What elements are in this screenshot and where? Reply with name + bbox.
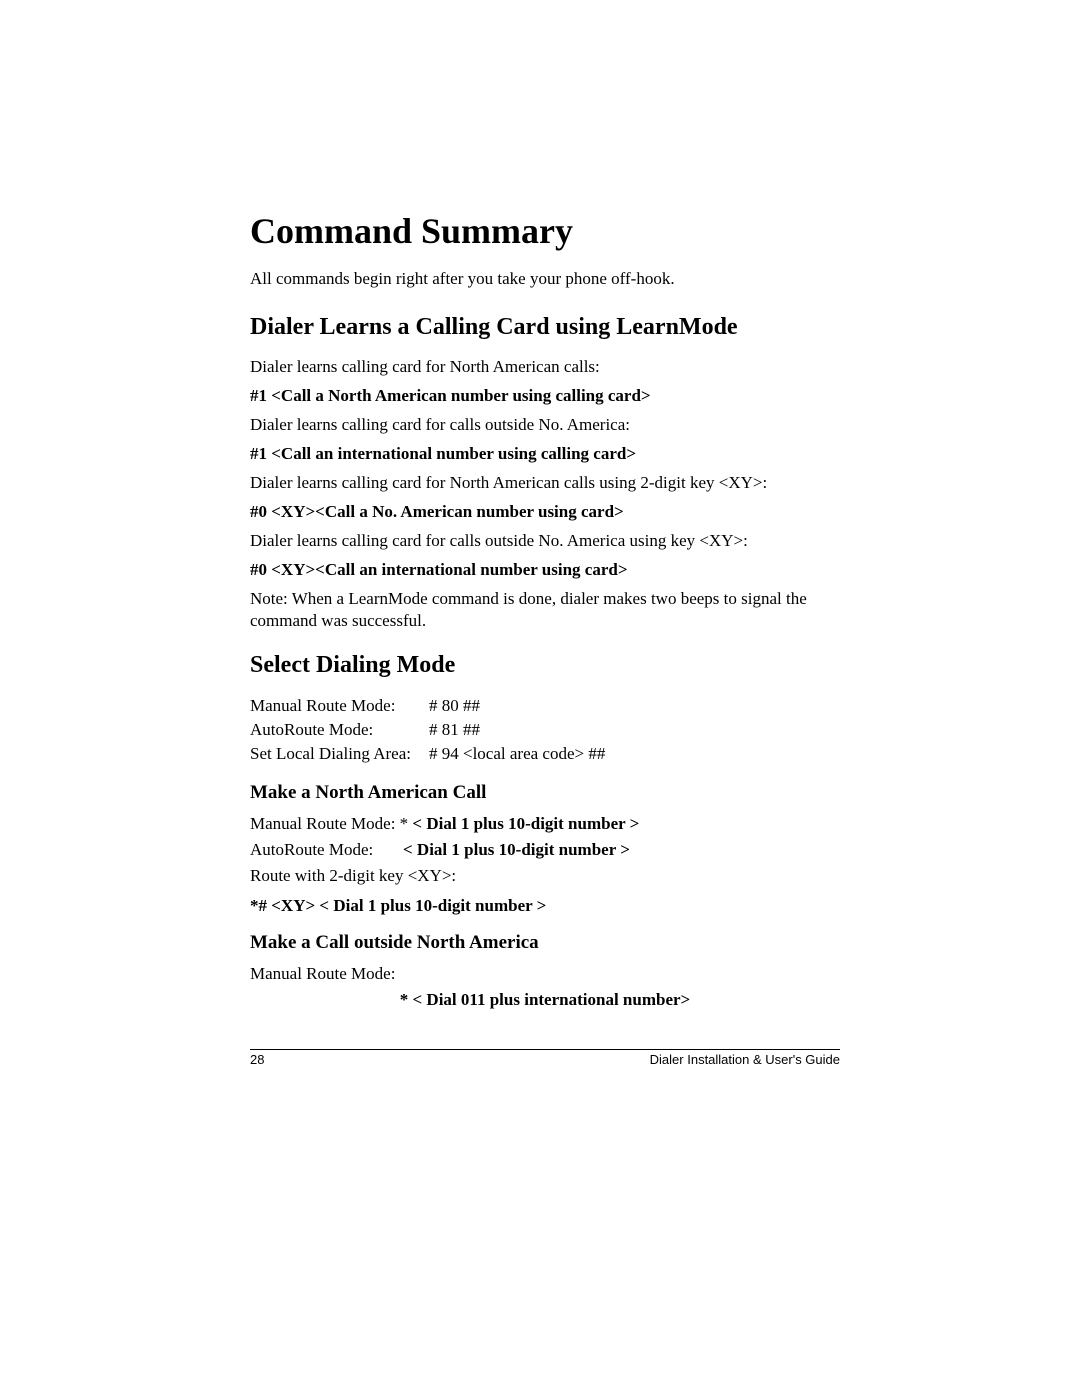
call-label: Manual Route Mode: * bbox=[250, 814, 412, 833]
call-bold: < Dial 1 plus 10-digit number > bbox=[403, 840, 630, 859]
call-line: Manual Route Mode: bbox=[250, 964, 840, 984]
body-text: Dialer learns calling card for calls out… bbox=[250, 530, 840, 552]
body-text: Dialer learns calling card for North Ame… bbox=[250, 356, 840, 378]
table-row: Manual Route Mode: # 80 ## bbox=[250, 694, 605, 718]
call-bold: < Dial 1 plus 10-digit number > bbox=[412, 814, 639, 833]
command-text: #0 <XY><Call a No. American number using… bbox=[250, 502, 840, 522]
command-text: #1 <Call an international number using c… bbox=[250, 444, 840, 464]
mode-code: # 80 ## bbox=[429, 694, 605, 718]
doc-title-footer: Dialer Installation & User's Guide bbox=[650, 1052, 840, 1067]
body-text: Dialer learns calling card for calls out… bbox=[250, 414, 840, 436]
call-label: AutoRoute Mode: bbox=[250, 840, 403, 859]
dialing-mode-table: Manual Route Mode: # 80 ## AutoRoute Mod… bbox=[250, 694, 605, 766]
note-text: Note: When a LearnMode command is done, … bbox=[250, 588, 840, 632]
call-line: AutoRoute Mode: < Dial 1 plus 10-digit n… bbox=[250, 840, 840, 860]
call-line: Route with 2-digit key <XY>: bbox=[250, 866, 840, 886]
mode-code: # 94 <local area code> ## bbox=[429, 742, 605, 766]
page-number: 28 bbox=[250, 1052, 264, 1067]
intro-text: All commands begin right after you take … bbox=[250, 268, 840, 290]
table-row: Set Local Dialing Area: # 94 <local area… bbox=[250, 742, 605, 766]
command-text: #0 <XY><Call an international number usi… bbox=[250, 560, 840, 580]
command-text: #1 <Call a North American number using c… bbox=[250, 386, 840, 406]
subsection-heading-intl-call: Make a Call outside North America bbox=[250, 932, 840, 954]
mode-label: AutoRoute Mode: bbox=[250, 718, 429, 742]
subsection-heading-na-call: Make a North American Call bbox=[250, 782, 840, 804]
command-text: *# <XY> < Dial 1 plus 10-digit number > bbox=[250, 896, 840, 916]
call-line: Manual Route Mode: * < Dial 1 plus 10-di… bbox=[250, 814, 840, 834]
command-text: * < Dial 011 plus international number> bbox=[250, 990, 840, 1010]
page-title: Command Summary bbox=[250, 210, 840, 252]
section-heading-learnmode: Dialer Learns a Calling Card using Learn… bbox=[250, 314, 840, 342]
body-text: Dialer learns calling card for North Ame… bbox=[250, 472, 840, 494]
page-footer: 28 Dialer Installation & User's Guide bbox=[250, 1049, 840, 1067]
section-heading-dialing-mode: Select Dialing Mode bbox=[250, 652, 840, 680]
mode-label: Set Local Dialing Area: bbox=[250, 742, 429, 766]
mode-code: # 81 ## bbox=[429, 718, 605, 742]
document-page: Command Summary All commands begin right… bbox=[0, 0, 1080, 1397]
table-row: AutoRoute Mode: # 81 ## bbox=[250, 718, 605, 742]
mode-label: Manual Route Mode: bbox=[250, 694, 429, 718]
